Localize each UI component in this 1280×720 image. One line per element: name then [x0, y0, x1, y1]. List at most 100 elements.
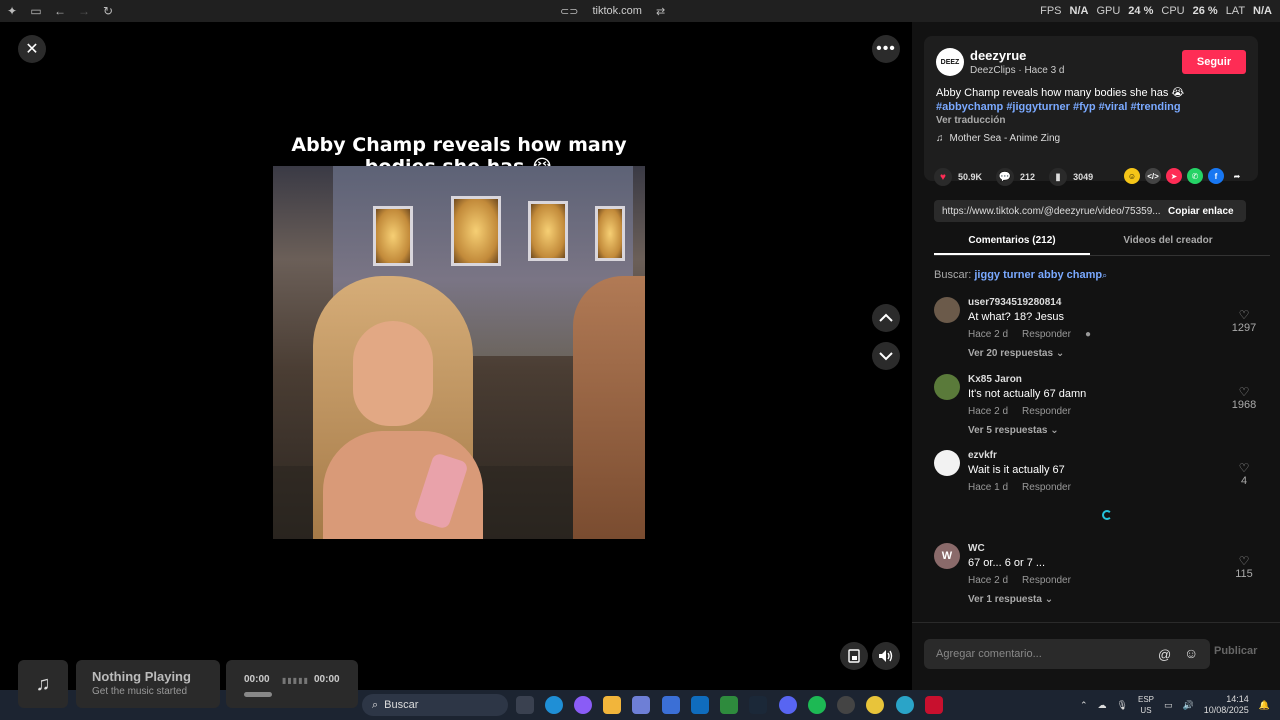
emoji-icon[interactable]: ☺ — [1184, 645, 1198, 661]
browser-app-icon[interactable] — [632, 696, 650, 714]
app-icon[interactable] — [866, 696, 884, 714]
reply-button[interactable]: Responder — [1022, 329, 1071, 340]
outlook-icon[interactable] — [691, 696, 709, 714]
view-replies-button[interactable]: Ver 20 respuestas ⌄ — [968, 348, 1064, 359]
search-icon: ⌕ — [1102, 270, 1108, 280]
edge-icon[interactable] — [545, 696, 563, 714]
ellipsis-icon: ••• — [876, 40, 896, 57]
site-info-icon[interactable]: ⊂⊃ — [560, 5, 578, 18]
translate-link[interactable]: Ver traducción — [936, 115, 1005, 126]
more-options-button[interactable]: ••• — [872, 35, 900, 63]
person-right — [573, 276, 645, 539]
music-note-icon[interactable]: ♫ — [18, 660, 68, 708]
send-icon[interactable]: ➤ — [1166, 168, 1182, 184]
sidebar-toggle-icon[interactable]: ▭ — [24, 0, 48, 22]
file-explorer-icon[interactable] — [603, 696, 621, 714]
hashtag-link[interactable]: #fyp — [1073, 101, 1096, 113]
related-search-query[interactable]: jiggy turner abby champ — [974, 269, 1102, 281]
back-icon[interactable]: ← — [48, 0, 72, 22]
network-tray-icon[interactable]: ☁ — [1098, 700, 1107, 711]
commenter-name[interactable]: Kx85 Jaron — [968, 374, 1022, 385]
app-icon[interactable] — [837, 696, 855, 714]
chevron-up-icon[interactable]: ⌃ — [1080, 700, 1088, 711]
copilot-icon[interactable] — [574, 696, 592, 714]
app-menu-icon[interactable]: ✦ — [0, 0, 24, 22]
comment-composer: @ ☺ Publicar — [912, 622, 1280, 690]
publish-button[interactable]: Publicar — [1214, 645, 1257, 657]
notifications-icon[interactable]: 🔔 — [1259, 700, 1270, 711]
store-icon[interactable] — [662, 696, 680, 714]
lit-window — [451, 196, 501, 266]
video-player[interactable]: Abby Champ reveals how many bodies she h… — [273, 22, 645, 690]
wifi-icon[interactable]: ▭ — [1164, 700, 1173, 711]
address-url[interactable]: tiktok.com — [592, 5, 642, 17]
copy-link-button[interactable]: Copiar enlace — [1160, 206, 1234, 217]
commenter-name[interactable]: ezvkfr — [968, 450, 997, 461]
app-icon[interactable] — [925, 696, 943, 714]
video-link[interactable]: https://www.tiktok.com/@deezyrue/video/7… — [934, 206, 1160, 217]
next-video-button[interactable] — [872, 342, 900, 370]
commenter-avatar[interactable]: W — [934, 543, 960, 569]
hashtag-link[interactable]: #abbychamp — [936, 101, 1003, 113]
share-friends-icon[interactable]: ☺ — [1124, 168, 1140, 184]
mention-icon[interactable]: @ — [1158, 647, 1171, 662]
save-button[interactable]: ▮ 3049 — [1049, 168, 1093, 186]
hashtag-link[interactable]: #jiggyturner — [1006, 101, 1070, 113]
whatsapp-icon[interactable]: ✆ — [1187, 168, 1203, 184]
music-link[interactable]: ♫ Mother Sea - Anime Zing — [936, 133, 1060, 144]
hashtag-link[interactable]: #trending — [1130, 101, 1180, 113]
video-frame[interactable] — [273, 166, 645, 539]
comment-meta: Hace 2 d Responder ● — [968, 329, 1091, 340]
comment-like-button[interactable]: ♡ 4 — [1228, 461, 1260, 488]
follow-button[interactable]: Seguir — [1182, 50, 1246, 74]
pip-button[interactable] — [840, 642, 868, 670]
embed-icon[interactable]: </> — [1145, 168, 1161, 184]
lit-window — [373, 206, 413, 266]
discord-icon[interactable] — [779, 696, 797, 714]
reply-button[interactable]: Responder — [1022, 482, 1071, 493]
language-indicator[interactable]: ESP US — [1138, 694, 1154, 716]
heart-outline-icon: ♡ — [1238, 461, 1250, 475]
microphone-icon[interactable]: 🎙 — [1117, 700, 1128, 711]
related-search[interactable]: Buscar: jiggy turner abby champ⌕ — [934, 269, 1107, 281]
commenter-name[interactable]: WC — [968, 543, 985, 554]
commenter-avatar[interactable] — [934, 297, 960, 323]
task-view-icon[interactable] — [516, 696, 534, 714]
comment-button[interactable]: 💬 212 — [996, 168, 1035, 186]
progress-bar[interactable] — [244, 692, 272, 697]
reply-button[interactable]: Responder — [1022, 575, 1071, 586]
facebook-icon[interactable]: f — [1208, 168, 1224, 184]
view-replies-button[interactable]: Ver 5 respuestas ⌄ — [968, 425, 1059, 436]
author-avatar[interactable]: DEEZ — [936, 48, 964, 76]
commenter-name[interactable]: user7934519280814 — [968, 297, 1061, 308]
clock[interactable]: 14:14 10/08/2025 — [1204, 694, 1249, 716]
commenter-avatar[interactable] — [934, 450, 960, 476]
tab-comments[interactable]: Comentarios (212) — [934, 232, 1090, 255]
commenter-avatar[interactable] — [934, 374, 960, 400]
app-icon[interactable] — [896, 696, 914, 714]
author-name[interactable]: deezyrue — [970, 48, 1026, 63]
steam-icon[interactable] — [749, 696, 767, 714]
comment-like-button[interactable]: ♡ 1968 — [1228, 386, 1260, 412]
share-arrow-icon[interactable]: ➦ — [1229, 168, 1245, 184]
comment-count: 212 — [1020, 172, 1036, 182]
like-button[interactable]: ♥ 50.9K — [934, 168, 982, 186]
close-button[interactable]: ✕ — [18, 35, 46, 63]
previous-video-button[interactable] — [872, 304, 900, 332]
reply-button[interactable]: Responder — [1022, 406, 1071, 417]
comment-like-button[interactable]: ♡ 115 — [1228, 555, 1260, 581]
comment-like-button[interactable]: ♡ 1297 — [1228, 309, 1260, 335]
tabs-swap-icon[interactable]: ⇄ — [656, 5, 665, 18]
xbox-icon[interactable] — [720, 696, 738, 714]
spotify-icon[interactable] — [808, 696, 826, 714]
reload-icon[interactable]: ↻ — [96, 0, 120, 22]
view-replies-button[interactable]: Ver 1 respuesta ⌄ — [968, 594, 1053, 605]
language-primary: ESP — [1137, 695, 1154, 704]
tab-creator-videos[interactable]: Videos del creador — [1090, 232, 1246, 255]
speaker-icon[interactable]: 🔊 — [1183, 700, 1194, 711]
taskbar-search[interactable]: ⌕ Buscar — [362, 694, 508, 716]
hashtag-link[interactable]: #viral — [1099, 101, 1128, 113]
volume-button[interactable] — [872, 642, 900, 670]
lit-window — [528, 201, 568, 261]
forward-icon[interactable]: → — [72, 0, 96, 22]
